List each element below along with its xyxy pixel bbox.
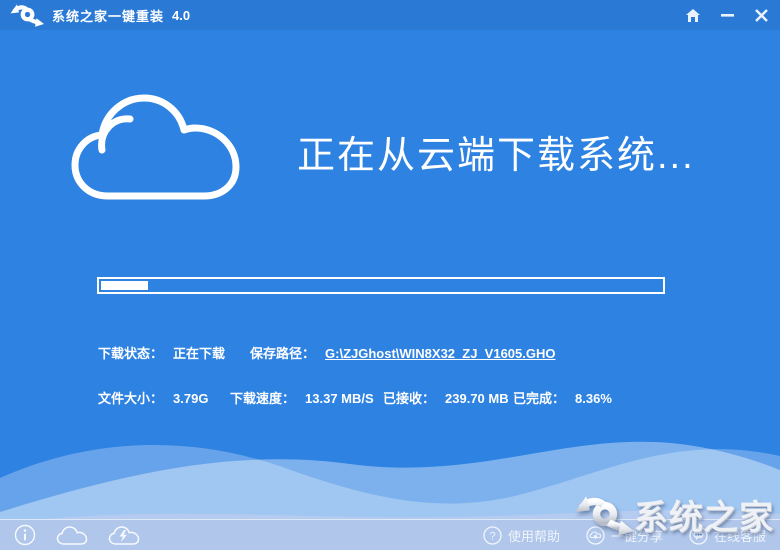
cloud-icon: [71, 94, 240, 200]
download-speed-field: 下载速度： 13.37 MB/S: [230, 388, 374, 407]
app-title: 系统之家一键重装: [52, 8, 165, 24]
help-icon: ?: [483, 525, 502, 545]
cloud-bolt-icon[interactable]: [108, 525, 140, 546]
page-title: 正在从云端下载系统...: [297, 135, 695, 177]
home-button[interactable]: [684, 6, 702, 24]
minimize-button[interactable]: [718, 6, 736, 24]
received-field: 已接收： 239.70 MB: [383, 388, 509, 407]
support-button[interactable]: 在线客服: [689, 525, 766, 545]
file-size-value: 3.79G: [173, 391, 209, 406]
close-icon: [754, 8, 768, 22]
completed-value: 8.36%: [575, 391, 612, 406]
save-path-link[interactable]: G:\ZJGhost\WIN8X32_ZJ_V1605.GHO: [325, 346, 555, 361]
share-icon: [586, 525, 605, 545]
save-path-field: 保存路径： G:\ZJGhost\WIN8X32_ZJ_V1605.GHO: [250, 343, 555, 362]
chat-icon: [689, 525, 708, 545]
completed-label: 已完成：: [513, 391, 566, 406]
cloud-small-icon[interactable]: [56, 525, 88, 546]
titlebar: 系统之家一键重装 4.0: [0, 0, 780, 30]
share-button[interactable]: 一键分享: [586, 525, 663, 545]
received-label: 已接收：: [383, 391, 436, 406]
footer-right-actions: ? 使用帮助 一键分享 在线客服: [483, 525, 766, 545]
file-size-label: 文件大小：: [98, 391, 164, 406]
help-button[interactable]: ? 使用帮助: [483, 525, 560, 545]
download-state-label: 下载状态：: [98, 346, 164, 361]
window-controls: [684, 0, 770, 30]
footer-bar: ? 使用帮助 一键分享 在线客服: [0, 519, 780, 550]
file-size-field: 文件大小： 3.79G: [98, 388, 208, 407]
share-label: 一键分享: [610, 528, 663, 544]
received-value: 239.70 MB: [445, 391, 509, 406]
save-path-label: 保存路径：: [250, 346, 316, 361]
download-speed-value: 13.37 MB/S: [305, 391, 374, 406]
info-icon[interactable]: [14, 524, 36, 546]
app-window: 系统之家一键重装 4.0 正在从云端下载系统... 下载状态： 正在下载 保存路…: [0, 0, 780, 550]
download-progress-bar: [97, 277, 665, 294]
app-logo-icon: [10, 4, 44, 27]
app-version: 4.0: [172, 7, 191, 23]
download-state-field: 下载状态： 正在下载: [98, 343, 225, 362]
download-speed-label: 下载速度：: [230, 391, 296, 406]
svg-text:?: ?: [489, 530, 495, 542]
minimize-icon: [720, 14, 734, 17]
home-icon: [686, 8, 700, 22]
download-state-value: 正在下载: [173, 346, 226, 361]
completed-field: 已完成： 8.36%: [513, 388, 612, 407]
progress-fill: [101, 281, 149, 290]
close-button[interactable]: [752, 6, 770, 24]
footer-left-icons: [14, 524, 140, 546]
support-label: 在线客服: [713, 528, 766, 544]
help-label: 使用帮助: [507, 528, 560, 544]
